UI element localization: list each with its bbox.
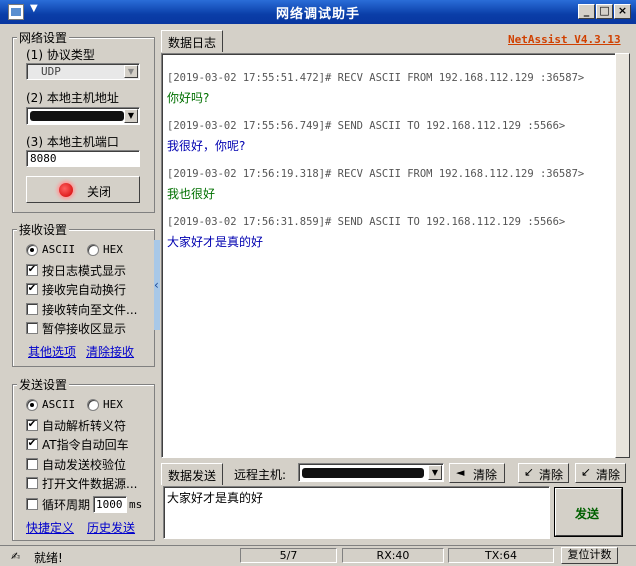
receive-auto-newline-checkbox[interactable]: ✔ — [26, 283, 38, 295]
status-rx: RX:40 — [342, 548, 444, 563]
tab-data-log[interactable]: 数据日志 — [161, 30, 223, 52]
arrow-left-icon: ◄ — [456, 466, 465, 479]
log-entry-text: 我也很好 — [167, 187, 216, 201]
loop-period-value: 1000 — [96, 498, 123, 511]
brand-version: NetAssist V4.3.13 — [508, 33, 621, 46]
maximize-button[interactable]: □ — [596, 4, 613, 19]
close-button-label: 关闭 — [87, 185, 112, 199]
protocol-select[interactable]: UDP ▼ — [26, 63, 140, 80]
log-content: [2019-03-02 17:55:51.472]# RECV ASCII FR… — [167, 54, 607, 454]
receive-hex-radio[interactable] — [87, 244, 99, 256]
arrow-down-left-icon: ↙ — [524, 465, 535, 479]
send-settings-label: 发送设置 — [17, 376, 70, 393]
receive-log-mode-checkbox[interactable]: ✔ — [26, 264, 38, 276]
log-entry-header: [2019-03-02 17:55:56.749]# SEND ASCII TO… — [167, 120, 566, 132]
host-label: (2) 本地主机地址 — [26, 91, 119, 105]
tab-data-log-label: 数据日志 — [168, 36, 217, 50]
host-value-redacted — [30, 111, 124, 121]
chevron-left-icon[interactable]: ‹ — [154, 278, 159, 292]
receive-to-file-checkbox[interactable] — [26, 303, 38, 315]
port-label: (3) 本地主机端口 — [26, 135, 119, 149]
close-window-button[interactable]: × — [614, 4, 631, 19]
log-entry-header: [2019-03-02 17:56:19.318]# RECV ASCII FR… — [167, 168, 585, 180]
send-at-cr-label: AT指令自动回车 — [42, 438, 129, 452]
send-input-value: 大家好才是真的好 — [167, 491, 264, 505]
send-file-source-label: 打开文件数据源... — [42, 477, 138, 491]
receive-to-file-label: 接收转向至文件... — [42, 303, 138, 317]
receive-settings-label: 接收设置 — [17, 221, 70, 238]
log-entry-text: 我很好，你呢? — [167, 139, 246, 153]
minimize-button[interactable]: _ — [578, 4, 595, 19]
receive-pause-checkbox[interactable] — [26, 322, 38, 334]
loop-unit-label: ms — [129, 498, 143, 511]
log-entry-header: [2019-03-02 17:55:51.472]# RECV ASCII FR… — [167, 72, 585, 84]
network-settings-label: 网络设置 — [17, 29, 70, 46]
receive-auto-newline-label: 接收完自动换行 — [42, 283, 127, 297]
send-checksum-checkbox[interactable] — [26, 458, 38, 470]
chevron-down-icon[interactable]: ▼ — [124, 109, 138, 123]
log-entry-header: [2019-03-02 17:56:31.859]# SEND ASCII TO… — [167, 216, 566, 228]
arrow-down-left-icon: ↙ — [581, 465, 592, 479]
receive-hex-label: HEX — [103, 243, 123, 256]
port-input[interactable]: 8080 — [26, 150, 140, 167]
receive-log-area[interactable]: [2019-03-02 17:55:51.472]# RECV ASCII FR… — [161, 53, 616, 458]
log-entry-text: 大家好才是真的好 — [167, 235, 264, 249]
status-tx: TX:64 — [448, 548, 554, 563]
protocol-value: UDP — [41, 65, 61, 78]
clear-log-button[interactable]: ↙ 清除 — [518, 463, 569, 483]
chevron-down-icon[interactable]: ▼ — [428, 465, 442, 480]
status-ready: 就绪! — [34, 551, 63, 565]
send-button[interactable]: 发送 — [555, 488, 622, 536]
send-escape-label: 自动解析转义符 — [42, 419, 127, 433]
tab-data-send[interactable]: 数据发送 — [161, 463, 223, 485]
send-hex-label: HEX — [103, 398, 123, 411]
send-input[interactable]: 大家好才是真的好 — [163, 486, 550, 539]
clear-send-button[interactable]: ↙ 清除 — [575, 463, 626, 483]
status-divider — [0, 545, 636, 546]
send-hex-radio[interactable] — [87, 399, 99, 411]
shortcut-define-link[interactable]: 快捷定义 — [26, 519, 74, 536]
log-entry-text: 你好吗? — [167, 91, 210, 105]
receive-pause-label: 暂停接收区显示 — [42, 322, 127, 336]
close-connection-button[interactable]: 关闭 — [26, 176, 140, 203]
clear-host-label: 清除 — [473, 468, 498, 482]
protocol-label: (1) 协议类型 — [26, 48, 95, 62]
red-light-icon — [59, 183, 73, 197]
send-checksum-label: 自动发送校验位 — [42, 458, 127, 472]
log-scrollbar[interactable] — [615, 53, 630, 458]
other-options-link[interactable]: 其他选项 — [28, 343, 76, 360]
title-bar[interactable]: ▼ 网络调试助手 _ □ × — [0, 0, 636, 24]
send-loop-label: 循环周期 — [42, 498, 91, 512]
chevron-down-icon[interactable]: ▼ — [124, 65, 138, 78]
window-title: 网络调试助手 — [275, 7, 360, 22]
send-ascii-label: ASCII — [42, 398, 76, 411]
tab-data-send-label: 数据发送 — [168, 469, 217, 483]
send-file-source-checkbox[interactable] — [26, 477, 38, 489]
status-count: 5/7 — [240, 548, 337, 563]
clear-send-label: 清除 — [596, 468, 621, 482]
remote-host-value-redacted — [302, 468, 424, 478]
host-select[interactable]: ▼ — [26, 107, 140, 125]
remote-host-select[interactable]: ▼ — [298, 463, 444, 482]
clear-log-label: 清除 — [539, 468, 564, 482]
send-ascii-radio[interactable] — [26, 399, 38, 411]
receive-ascii-label: ASCII — [42, 243, 76, 256]
pen-icon: ✍ — [11, 550, 21, 563]
receive-ascii-radio[interactable] — [26, 244, 38, 256]
loop-period-input[interactable]: 1000 — [93, 496, 127, 513]
clear-receive-link[interactable]: 清除接收 — [86, 343, 134, 360]
clear-host-button[interactable]: ◄ 清除 — [449, 463, 505, 483]
reset-count-button[interactable]: 复位计数 — [561, 547, 618, 564]
send-escape-checkbox[interactable]: ✔ — [26, 419, 38, 431]
receive-log-mode-label: 按日志模式显示 — [42, 264, 127, 278]
send-loop-checkbox[interactable] — [26, 498, 38, 510]
send-history-link[interactable]: 历史发送 — [87, 519, 135, 536]
port-value: 8080 — [30, 152, 57, 165]
send-button-label: 发送 — [575, 507, 600, 521]
remote-host-label: 远程主机: — [234, 468, 287, 482]
send-at-cr-checkbox[interactable]: ✔ — [26, 438, 38, 450]
